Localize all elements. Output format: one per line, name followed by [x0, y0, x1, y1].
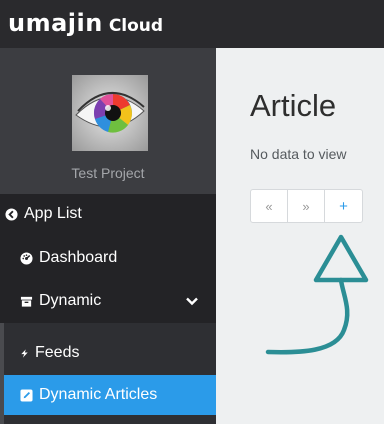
top-bar: umajin Cloud [0, 0, 384, 48]
main-content: Article No data to view « » + [216, 48, 384, 424]
edit-square-icon [20, 388, 33, 402]
archive-icon [20, 296, 33, 307]
project-panel: Test Project [0, 48, 216, 194]
nav-item-dynamic-articles[interactable]: Dynamic Articles [4, 375, 216, 415]
nav-label-feeds: Feeds [35, 344, 80, 361]
sidebar: Test Project App List Dashboard Dynamic … [0, 48, 216, 424]
brand-logo[interactable]: umajin Cloud [8, 9, 163, 37]
bolt-icon [21, 348, 28, 358]
brand-suffix: Cloud [108, 16, 164, 36]
nav-menu: App List Dashboard Dynamic Feeds Dynamic… [0, 194, 216, 424]
nav-item-feeds[interactable]: Feeds [20, 333, 216, 373]
empty-message: No data to view [250, 146, 347, 162]
add-item-button[interactable]: + [325, 190, 362, 222]
page-title: Article [250, 88, 337, 123]
nav-item-dashboard[interactable]: Dashboard [0, 238, 216, 278]
nav-item-app-list[interactable]: App List [0, 194, 216, 234]
nav-item-dynamic[interactable]: Dynamic [0, 281, 216, 321]
pagination: « » + [250, 189, 363, 223]
nav-label-dynamic-articles: Dynamic Articles [39, 386, 158, 403]
nav-label-dynamic: Dynamic [39, 292, 102, 309]
project-name: Test Project [71, 165, 145, 181]
project-image[interactable] [72, 75, 148, 151]
brand-name: umajin [8, 9, 103, 37]
dashboard-icon [20, 251, 33, 265]
next-page-button[interactable]: » [288, 190, 325, 222]
chevron-down-icon[interactable] [185, 294, 199, 308]
nav-label-app-list: App List [24, 205, 82, 222]
prev-page-button[interactable]: « [251, 190, 288, 222]
nav-label-dashboard: Dashboard [39, 249, 118, 266]
circle-arrow-left-icon [5, 207, 18, 221]
eye-icon [72, 75, 148, 151]
nav-submenu-dynamic: Feeds Dynamic Articles [0, 323, 216, 424]
